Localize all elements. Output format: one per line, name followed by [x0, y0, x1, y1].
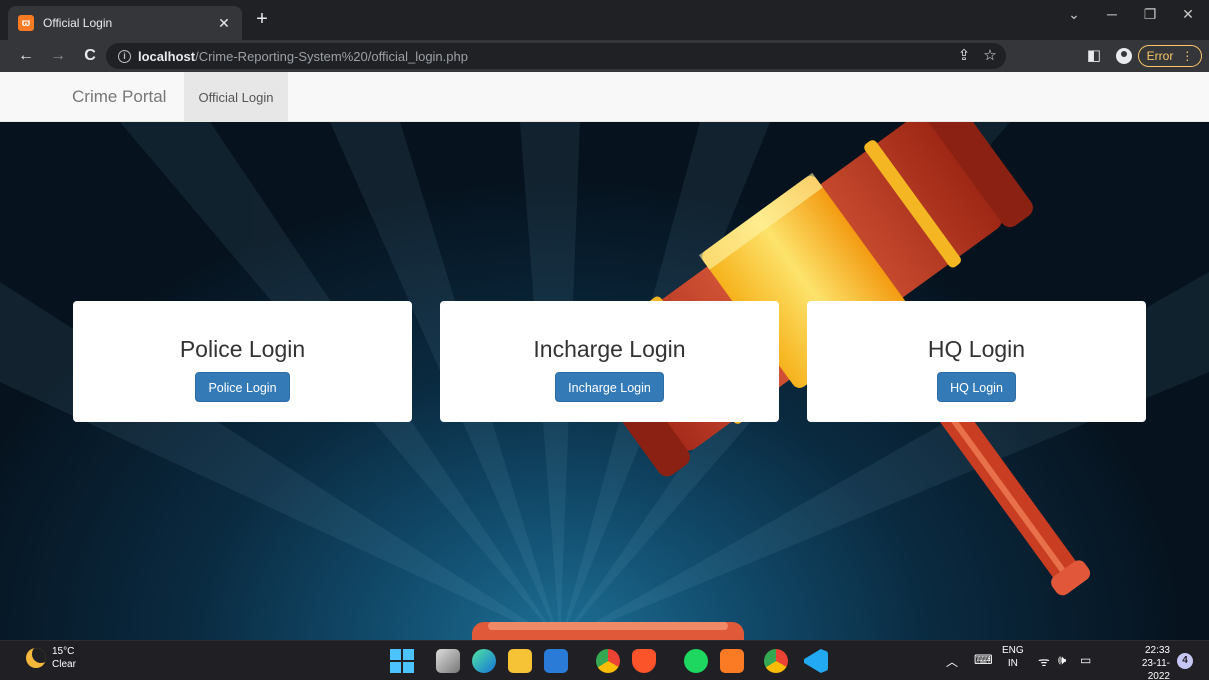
show-hidden-icons-icon[interactable]: ︿ [946, 653, 958, 670]
police-login-card: Police Login Police Login [73, 301, 412, 422]
xampp-icon[interactable] [720, 649, 744, 673]
task-view-icon[interactable] [436, 649, 460, 673]
windows-taskbar: 15°C Clear ︿ ⌨ ENG IN ᯤ 🕪 ▭ 22:33 23-11-… [0, 640, 1209, 680]
close-tab-icon[interactable]: ✕ [216, 15, 232, 32]
url-host: localhost [138, 48, 196, 64]
weather-widget[interactable]: 15°C Clear [26, 645, 76, 671]
incharge-login-title: Incharge Login [533, 336, 686, 362]
back-arrow-icon[interactable]: ← [14, 44, 38, 68]
minimize-icon[interactable]: ─ [1100, 6, 1124, 22]
share-icon[interactable]: ⇪ [954, 46, 974, 66]
side-panel-icon[interactable]: ◧ [1082, 44, 1106, 68]
site-navbar: Crime Portal Official Login [0, 72, 1209, 122]
file-explorer-icon[interactable] [508, 649, 532, 673]
profile-avatar-icon[interactable] [1116, 48, 1132, 64]
new-tab-icon[interactable]: + [250, 8, 274, 32]
brand-link[interactable]: Crime Portal [72, 72, 166, 122]
wifi-icon[interactable]: ᯤ [1038, 652, 1050, 670]
browser-toolbar: ← → C i localhost /Crime-Reporting-Syste… [0, 40, 1209, 72]
bookmark-star-icon[interactable]: ☆ [980, 46, 1000, 66]
browser-tabstrip: ϖ Official Login ✕ + ⌄ ─ ❐ ✕ [0, 0, 1209, 40]
forward-arrow-icon[interactable]: → [46, 44, 70, 68]
moon-icon [26, 648, 46, 668]
notification-badge[interactable]: 4 [1177, 653, 1193, 669]
brave-icon[interactable] [632, 649, 656, 673]
hq-login-button[interactable]: HQ Login [937, 372, 1016, 402]
address-bar[interactable]: i localhost /Crime-Reporting-System%20/o… [106, 43, 1006, 69]
chrome-icon[interactable] [596, 649, 620, 673]
weather-condition: Clear [52, 659, 76, 670]
xampp-favicon-icon: ϖ [18, 15, 34, 31]
language-indicator[interactable]: ENG IN [1002, 644, 1024, 670]
browser-tab[interactable]: ϖ Official Login ✕ [8, 6, 242, 40]
keyboard-icon[interactable]: ⌨ [974, 652, 993, 668]
police-login-button[interactable]: Police Login [195, 372, 290, 402]
clock[interactable]: 22:33 23-11-2022 [1120, 644, 1170, 680]
reload-icon[interactable]: C [78, 44, 102, 68]
start-windows-icon[interactable] [390, 649, 414, 673]
nav-item-official-login[interactable]: Official Login [184, 72, 288, 122]
mail-icon[interactable] [544, 649, 568, 673]
volume-icon[interactable]: 🕪 [1058, 652, 1066, 668]
profile-error-button[interactable]: Error ⋮ [1138, 45, 1202, 67]
site-info-icon[interactable]: i [118, 49, 131, 63]
battery-icon[interactable]: ▭ [1080, 653, 1091, 667]
spotify-icon[interactable] [684, 649, 708, 673]
tab-search-icon[interactable]: ⌄ [1062, 6, 1086, 23]
police-login-title: Police Login [179, 336, 306, 362]
tab-title: Official Login [43, 16, 113, 30]
vscode-icon[interactable] [804, 649, 828, 673]
chrome-profile-icon[interactable] [764, 649, 788, 673]
error-label: Error [1146, 49, 1174, 63]
window-close-icon[interactable]: ✕ [1176, 6, 1200, 23]
incharge-login-card: Incharge Login Incharge Login [440, 301, 779, 422]
hq-login-title: HQ Login [927, 336, 1026, 362]
incharge-login-button[interactable]: Incharge Login [555, 372, 664, 402]
hq-login-card: HQ Login HQ Login [807, 301, 1146, 422]
url-path: /Crime-Reporting-System%20/official_logi… [195, 48, 468, 64]
temperature: 15°C [52, 646, 75, 657]
edge-icon[interactable] [472, 649, 496, 673]
restore-icon[interactable]: ❐ [1138, 6, 1162, 23]
hero-section: Police Login Police Login Incharge Login… [0, 122, 1209, 640]
kebab-menu-icon: ⋮ [1181, 49, 1194, 63]
